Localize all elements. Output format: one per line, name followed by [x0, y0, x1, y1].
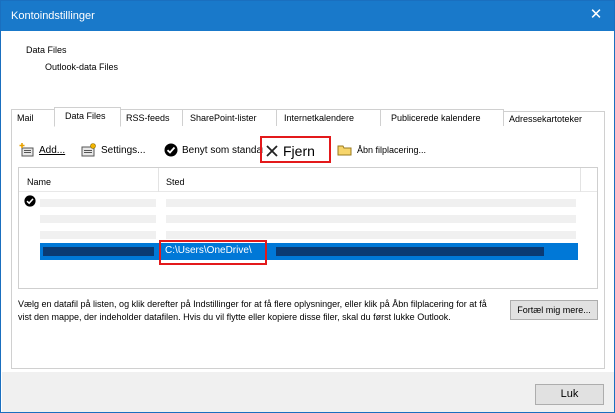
folder-icon — [337, 143, 353, 157]
remove-icon — [265, 144, 279, 158]
description-text: Vælg en datafil på listen, og klik deref… — [18, 299, 487, 322]
column-divider — [158, 168, 159, 192]
section-title: Data Files — [26, 45, 67, 55]
add-button[interactable]: Add... — [19, 142, 65, 158]
tab-rss-feeds[interactable]: RSS-feeds — [120, 109, 183, 126]
selected-file-path: C:\Users\OneDrive\ — [165, 245, 252, 256]
settings-button[interactable]: Settings... — [81, 142, 145, 158]
default-checkmark-icon — [24, 195, 36, 207]
section-subtitle: Outlook-data Files — [45, 62, 119, 72]
tab-strip: Mail Data Files RSS-feeds SharePoint-lis… — [11, 107, 605, 127]
column-location-header[interactable]: Sted — [166, 177, 185, 187]
list-item[interactable] — [166, 199, 576, 207]
list-item[interactable] — [40, 231, 156, 239]
window-title: Kontoindstillinger — [11, 10, 95, 22]
set-default-label: Benyt som standard — [182, 144, 271, 156]
checkmark-icon — [164, 143, 178, 157]
remove-label: Fjern — [283, 143, 315, 159]
column-divider — [580, 168, 581, 192]
tab-address-books[interactable]: Adressekartoteker — [503, 111, 605, 126]
open-file-location-button[interactable]: Åbn filplacering... — [337, 142, 426, 158]
remove-button[interactable]: Fjern — [263, 141, 321, 161]
add-icon — [19, 143, 35, 157]
column-name-header[interactable]: Name — [27, 177, 51, 187]
title-bar[interactable]: Kontoindstillinger ✕ — [1, 1, 614, 31]
open-file-location-label: Åbn filplacering... — [357, 145, 427, 155]
tell-me-more-button[interactable]: Fortæl mig mere... — [510, 300, 598, 320]
settings-label: Settings... — [101, 144, 146, 156]
list-item[interactable] — [40, 199, 156, 207]
set-default-button[interactable]: Benyt som standard — [164, 142, 271, 158]
add-label: Add... — [39, 144, 66, 156]
data-file-list[interactable]: Name Sted C:\Users\OneDrive\ — [18, 167, 598, 289]
list-item[interactable] — [40, 215, 156, 223]
dialog-footer: Luk — [2, 372, 614, 412]
settings-icon — [81, 143, 97, 157]
close-button[interactable]: Luk — [535, 384, 604, 405]
close-icon[interactable]: ✕ — [584, 4, 608, 26]
tab-sharepoint-lists[interactable]: SharePoint-lister — [182, 109, 277, 126]
list-item[interactable] — [166, 215, 576, 223]
tab-data-files[interactable]: Data Files — [54, 107, 121, 127]
list-item[interactable] — [166, 231, 576, 239]
selected-row-location-cell — [276, 247, 544, 256]
selected-row-name-cell — [43, 247, 154, 256]
selected-list-row[interactable] — [40, 243, 578, 260]
account-settings-window: Kontoindstillinger ✕ Data Files Outlook-… — [0, 0, 615, 413]
tab-internet-calendars[interactable]: Internetkalendere — [276, 109, 381, 126]
tab-published-calendars[interactable]: Publicerede kalendere — [380, 109, 504, 126]
list-header: Name Sted — [19, 168, 597, 192]
tab-mail[interactable]: Mail — [11, 109, 55, 126]
